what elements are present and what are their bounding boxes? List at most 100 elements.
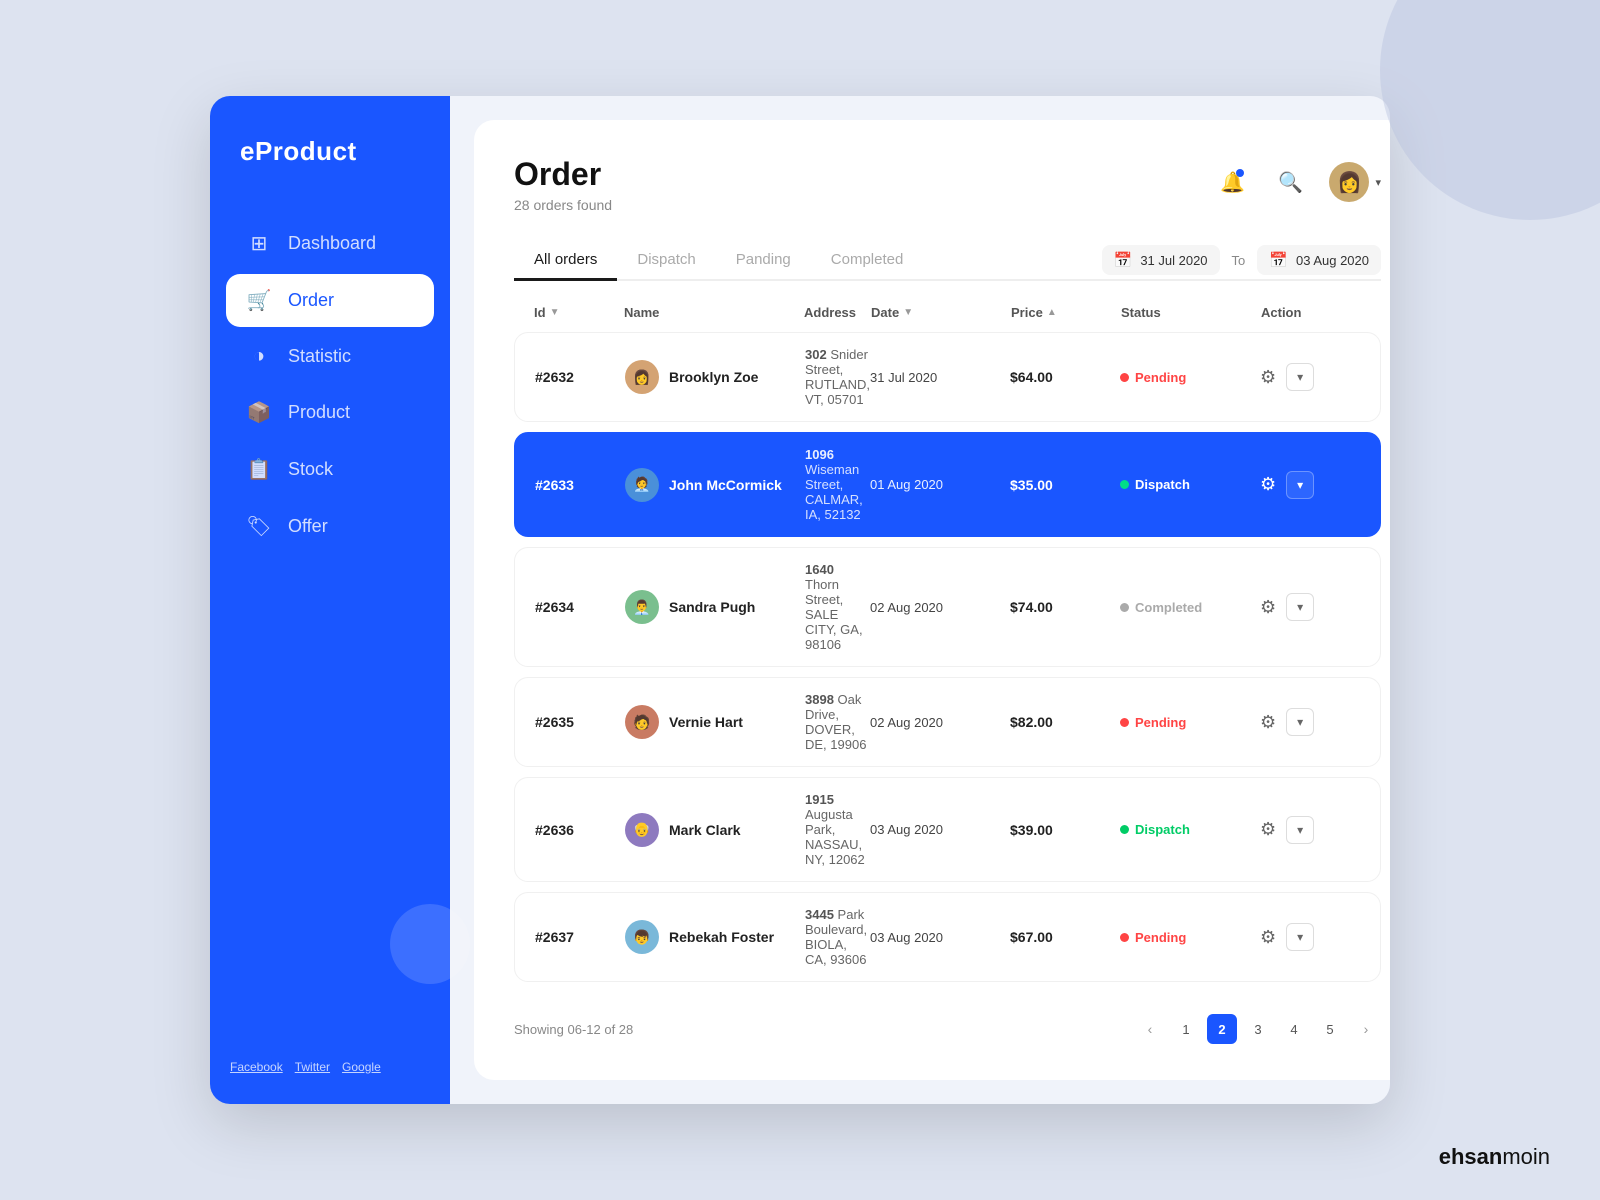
col-date[interactable]: Date ▼ — [871, 305, 1011, 320]
row-address: 1915 Augusta Park, NASSAU, NY, 12062 — [805, 792, 870, 867]
action-gear-icon[interactable]: ⚙ — [1260, 712, 1276, 733]
table-row[interactable]: #2632 👩 Brooklyn Zoe 302 Snider Street, … — [514, 332, 1381, 422]
action-chevron-button[interactable]: ▾ — [1286, 923, 1314, 951]
row-name-text: Rebekah Foster — [669, 929, 774, 945]
row-name: 🧑 Vernie Hart — [625, 705, 805, 739]
row-address-num: 3445 — [805, 907, 834, 922]
page-btn-5[interactable]: 5 — [1315, 1014, 1345, 1044]
row-status: Pending — [1120, 370, 1260, 385]
sidebar-item-offer[interactable]: 🏷 Offer — [226, 500, 434, 553]
main-panel: Order 28 orders found 🔔 🔍 👩 ▾ — [474, 120, 1390, 1080]
action-gear-icon[interactable]: ⚙ — [1260, 597, 1276, 618]
notification-button[interactable]: 🔔 — [1213, 163, 1251, 201]
row-id: #2632 — [535, 369, 625, 385]
row-price: $74.00 — [1010, 599, 1120, 615]
row-address: 3445 Park Boulevard, BIOLA, CA, 93606 — [805, 907, 870, 967]
sidebar-item-stock[interactable]: 📋 Stock — [226, 443, 434, 496]
sidebar-item-dashboard[interactable]: ⊞ Dashboard — [226, 217, 434, 270]
table-row[interactable]: #2633 🧑‍💼 John McCormick 1096 Wiseman St… — [514, 432, 1381, 537]
row-date: 31 Jul 2020 — [870, 370, 1010, 385]
tab-all[interactable]: All orders — [514, 241, 617, 281]
row-address: 3898 Oak Drive, DOVER, DE, 19906 — [805, 692, 870, 752]
row-price: $82.00 — [1010, 714, 1120, 730]
row-price: $64.00 — [1010, 369, 1120, 385]
sidebar-item-label-dashboard: Dashboard — [288, 233, 376, 254]
action-chevron-button[interactable]: ▾ — [1286, 816, 1314, 844]
pagination-next[interactable]: › — [1351, 1014, 1381, 1044]
date-to-label: To — [1232, 253, 1246, 268]
sidebar-item-label-statistic: Statistic — [288, 346, 351, 367]
col-id[interactable]: Id ▼ — [534, 305, 624, 320]
date-from-pill[interactable]: 📅 31 Jul 2020 — [1102, 245, 1220, 275]
col-price[interactable]: Price ▲ — [1011, 305, 1121, 320]
chevron-down-icon: ▾ — [1375, 176, 1381, 189]
action-gear-icon[interactable]: ⚙ — [1260, 367, 1276, 388]
row-address: 302 Snider Street, RUTLAND, VT, 05701 — [805, 347, 870, 407]
page-btn-1[interactable]: 1 — [1171, 1014, 1201, 1044]
pagination-info: Showing 06-12 of 28 — [514, 1022, 633, 1037]
row-address-num: 1915 — [805, 792, 834, 807]
branding: ehsanmoin — [1439, 1144, 1550, 1170]
search-button[interactable]: 🔍 — [1271, 163, 1309, 201]
table-row[interactable]: #2634 👨‍💼 Sandra Pugh 1640 Thorn Street,… — [514, 547, 1381, 667]
tab-dispatch[interactable]: Dispatch — [617, 241, 715, 281]
offer-icon: 🏷 — [246, 514, 272, 539]
status-dot — [1120, 933, 1129, 942]
pagination-prev[interactable]: ‹ — [1135, 1014, 1165, 1044]
status-label: Completed — [1135, 600, 1202, 615]
row-status: Pending — [1120, 715, 1260, 730]
sidebar-item-statistic[interactable]: ◑ Statistic — [226, 331, 434, 382]
page-btn-4[interactable]: 4 — [1279, 1014, 1309, 1044]
row-date: 02 Aug 2020 — [870, 715, 1010, 730]
brand-bold: ehsan — [1439, 1144, 1503, 1169]
row-avatar: 🧑 — [625, 705, 659, 739]
table-row[interactable]: #2635 🧑 Vernie Hart 3898 Oak Drive, DOVE… — [514, 677, 1381, 767]
footer-link-google[interactable]: Google — [342, 1060, 381, 1074]
action-chevron-button[interactable]: ▾ — [1286, 471, 1314, 499]
col-name: Name — [624, 305, 804, 320]
sidebar-item-label-order: Order — [288, 290, 334, 311]
footer-link-twitter[interactable]: Twitter — [295, 1060, 330, 1074]
action-chevron-button[interactable]: ▾ — [1286, 363, 1314, 391]
date-to: 03 Aug 2020 — [1296, 253, 1369, 268]
row-address-num: 302 — [805, 347, 827, 362]
row-id: #2635 — [535, 714, 625, 730]
row-date: 03 Aug 2020 — [870, 930, 1010, 945]
row-actions: ⚙ ▾ — [1260, 923, 1360, 951]
row-date: 03 Aug 2020 — [870, 822, 1010, 837]
row-avatar: 👴 — [625, 813, 659, 847]
sidebar-item-product[interactable]: 📦 Product — [226, 386, 434, 439]
tab-pending[interactable]: Panding — [716, 241, 811, 281]
status-label: Dispatch — [1135, 477, 1190, 492]
action-gear-icon[interactable]: ⚙ — [1260, 927, 1276, 948]
action-chevron-button[interactable]: ▾ — [1286, 708, 1314, 736]
header-left: Order 28 orders found — [514, 156, 612, 213]
row-actions: ⚙ ▾ — [1260, 363, 1360, 391]
row-status: Dispatch — [1120, 477, 1260, 492]
row-status: Completed — [1120, 600, 1260, 615]
tab-completed[interactable]: Completed — [811, 241, 924, 281]
stock-icon: 📋 — [246, 457, 272, 482]
table-row[interactable]: #2636 👴 Mark Clark 1915 Augusta Park, NA… — [514, 777, 1381, 882]
table-header: Id ▼ Name Address Date ▼ Price ▲ Status … — [514, 305, 1381, 332]
action-gear-icon[interactable]: ⚙ — [1260, 474, 1276, 495]
action-chevron-button[interactable]: ▾ — [1286, 593, 1314, 621]
avatar: 👩 — [1329, 162, 1369, 202]
sidebar-item-label-stock: Stock — [288, 459, 333, 480]
dashboard-icon: ⊞ — [246, 231, 272, 256]
page-btn-2[interactable]: 2 — [1207, 1014, 1237, 1044]
brand-light: moin — [1502, 1144, 1550, 1169]
table-row[interactable]: #2637 👦 Rebekah Foster 3445 Park Bouleva… — [514, 892, 1381, 982]
row-address-num: 3898 — [805, 692, 834, 707]
footer-link-facebook[interactable]: Facebook — [230, 1060, 283, 1074]
date-range: 📅 31 Jul 2020 To 📅 03 Aug 2020 — [1102, 245, 1381, 275]
user-avatar-wrapper[interactable]: 👩 ▾ — [1329, 162, 1381, 202]
action-gear-icon[interactable]: ⚙ — [1260, 819, 1276, 840]
col-status: Status — [1121, 305, 1261, 320]
date-to-pill[interactable]: 📅 03 Aug 2020 — [1257, 245, 1381, 275]
sidebar-item-order[interactable]: 🛒 Order — [226, 274, 434, 327]
order-tabs: All ordersDispatchPandingCompleted — [514, 241, 923, 279]
sidebar: eProduct ⊞ Dashboard 🛒 Order ◑ Statistic… — [210, 96, 450, 1104]
page-btn-3[interactable]: 3 — [1243, 1014, 1273, 1044]
status-dot — [1120, 480, 1129, 489]
